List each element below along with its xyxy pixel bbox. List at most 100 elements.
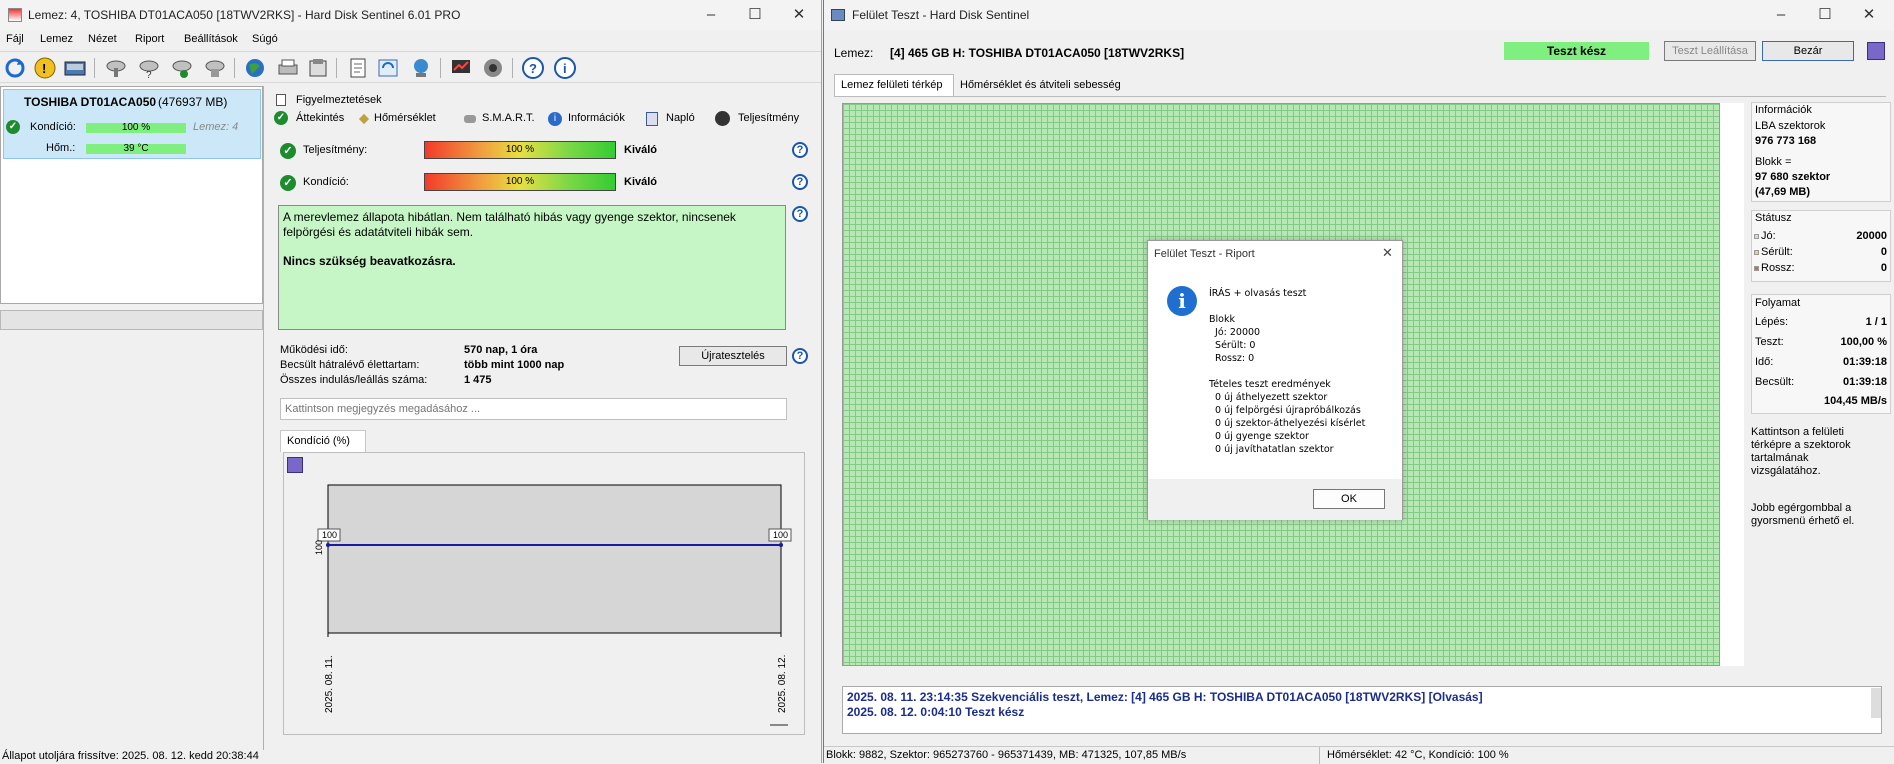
disk-list-item[interactable]: TOSHIBA DT01ACA050 (476937 MB) ✓ Kondíci… bbox=[3, 89, 261, 159]
bad-label: Rossz: bbox=[1761, 262, 1795, 274]
status-help-icon[interactable]: ? bbox=[792, 206, 808, 222]
speed-value: 104,45 MB/s bbox=[1824, 395, 1887, 407]
disk-icon[interactable] bbox=[63, 56, 87, 80]
uptime-label: Működési idő: bbox=[280, 344, 348, 356]
toolbar-separator bbox=[440, 58, 441, 78]
menu-report[interactable]: Riport bbox=[135, 33, 164, 45]
comment-input[interactable] bbox=[280, 398, 787, 420]
warning-icon[interactable]: ! bbox=[33, 56, 57, 80]
document-icon[interactable] bbox=[346, 56, 370, 80]
chart-tab[interactable]: Kondíció (%) bbox=[280, 430, 366, 452]
x-tick-label: 2025. 08. 12. bbox=[777, 655, 788, 713]
minimize-button[interactable]: – bbox=[1766, 4, 1796, 26]
menu-disk[interactable]: Lemez bbox=[40, 33, 73, 45]
dialog-close-icon[interactable]: ✕ bbox=[1382, 245, 1393, 261]
block-info-text: Blokk: 9882, Szektor: 965273760 - 965371… bbox=[826, 749, 1187, 761]
tab-surface-map[interactable]: Lemez felületi térkép bbox=[834, 74, 954, 96]
sync-icon[interactable] bbox=[376, 56, 400, 80]
close-dialog-button[interactable]: Bezár bbox=[1762, 41, 1854, 61]
tab-divider bbox=[834, 96, 1886, 97]
progress-header: Folyamat bbox=[1755, 297, 1801, 309]
tab-info[interactable]: Információk bbox=[568, 112, 625, 124]
retest-button[interactable]: Újratesztelés bbox=[679, 346, 787, 366]
time-value: 01:39:18 bbox=[1842, 356, 1887, 368]
splitter[interactable] bbox=[263, 86, 264, 750]
temp-condition-text: Hőmérséklet: 42 °C, Kondíció: 100 % bbox=[1327, 749, 1509, 761]
temperature-value: 39 °C bbox=[123, 143, 149, 154]
uptime-value: 570 nap, 1 óra bbox=[464, 344, 538, 356]
disk-ok-icon[interactable] bbox=[170, 56, 194, 80]
dialog-message: ÍRÁS + olvasás teszt Blokk Jó: 20000 Sér… bbox=[1209, 288, 1366, 455]
test-status-badge: Teszt kész bbox=[1504, 42, 1649, 60]
disk-tools-icon[interactable] bbox=[203, 56, 227, 80]
condition-label: Kondíció: bbox=[30, 121, 76, 133]
test-label: Teszt: bbox=[1755, 336, 1784, 348]
temperature-label: Hőm.: bbox=[46, 142, 76, 154]
window-title: Lemez: 4, TOSHIBA DT01ACA050 [18TWV2RKS]… bbox=[28, 8, 461, 22]
thermometer-icon bbox=[358, 113, 370, 125]
menu-file[interactable]: Fájl bbox=[6, 33, 24, 45]
maximize-button[interactable]: ☐ bbox=[740, 4, 770, 26]
tab-warnings[interactable]: Figyelmeztetések bbox=[296, 94, 382, 106]
start-stop-value: 1 475 bbox=[464, 374, 492, 386]
disk-value: [4] 465 GB H: TOSHIBA DT01ACA050 [18TWV2… bbox=[890, 46, 1185, 60]
globe-icon[interactable] bbox=[243, 56, 267, 80]
info-icon: i bbox=[1167, 286, 1197, 316]
status-text: A merevlemez állapota hibátlan. Nem talá… bbox=[283, 210, 736, 239]
event-log[interactable]: 2025. 08. 11. 23:14:35 Szekvenciális tes… bbox=[842, 686, 1882, 734]
close-button[interactable]: ✕ bbox=[1854, 4, 1884, 26]
info-icon[interactable]: i bbox=[553, 56, 577, 80]
stop-test-button[interactable]: Teszt Leállítása bbox=[1664, 41, 1756, 61]
retest-help-icon[interactable]: ? bbox=[792, 348, 808, 364]
tab-temperature[interactable]: Hőmérséklet bbox=[374, 112, 436, 124]
svg-text:i: i bbox=[563, 61, 567, 76]
disk-test-icon[interactable] bbox=[104, 56, 128, 80]
report-icon[interactable] bbox=[306, 56, 330, 80]
performance-value: 100 % bbox=[505, 144, 535, 155]
tabs-row: Figyelmeztetések ✓ Áttekintés Hőmérsékle… bbox=[272, 92, 817, 134]
menu-view[interactable]: Nézet bbox=[88, 33, 117, 45]
condition-value-main: 100 % bbox=[505, 176, 535, 187]
log-scrollbar[interactable] bbox=[1871, 688, 1881, 718]
refresh-icon[interactable] bbox=[3, 56, 27, 80]
chart-scroll-handle[interactable] bbox=[770, 724, 788, 726]
info-header: Információk bbox=[1755, 104, 1812, 116]
remaining-life-label: Becsült hátralévő élettartam: bbox=[280, 359, 420, 371]
benchmark-icon[interactable] bbox=[449, 56, 473, 80]
surface-window-title: Felület Teszt - Hard Disk Sentinel bbox=[852, 8, 1030, 22]
condition-help-icon[interactable]: ? bbox=[792, 174, 808, 190]
condition-label-main: Kondíció: bbox=[303, 176, 349, 188]
condition-value: 100 % bbox=[121, 122, 151, 133]
menu-settings[interactable]: Beállítások bbox=[184, 33, 238, 45]
disk-help-icon[interactable]: ? bbox=[137, 56, 161, 81]
surface-map-margin bbox=[1720, 103, 1744, 666]
printer-icon[interactable] bbox=[276, 56, 300, 80]
help-icon[interactable]: ? bbox=[521, 56, 545, 80]
temperature-bar: 39 °C bbox=[86, 143, 186, 154]
minimize-button[interactable]: – bbox=[696, 4, 726, 26]
bad-value: 0 bbox=[1880, 262, 1887, 274]
save-icon[interactable] bbox=[1867, 42, 1885, 60]
menu-help[interactable]: Súgó bbox=[252, 33, 278, 45]
speaker-icon[interactable] bbox=[481, 56, 505, 80]
step-value: 1 / 1 bbox=[1865, 316, 1887, 328]
network-icon[interactable] bbox=[409, 56, 433, 80]
tab-temperature-speed[interactable]: Hőmérséklet és átviteli sebesség bbox=[954, 76, 1124, 96]
info-tab-icon: i bbox=[548, 112, 562, 126]
tab-overview[interactable]: Áttekintés bbox=[296, 112, 344, 124]
tab-smart[interactable]: S.M.A.R.T. bbox=[482, 112, 535, 124]
performance-icon bbox=[715, 111, 730, 126]
performance-bar: 100 % bbox=[424, 141, 616, 159]
disk-list-scrollbar[interactable] bbox=[0, 310, 263, 330]
good-label: Jó: bbox=[1761, 230, 1776, 242]
condition-rating: Kiváló bbox=[624, 176, 658, 188]
disk-size: (476937 MB) bbox=[158, 95, 228, 109]
tab-performance[interactable]: Teljesítmény bbox=[738, 112, 799, 124]
maximize-button[interactable]: ☐ bbox=[1810, 4, 1840, 26]
tab-log[interactable]: Napló bbox=[666, 112, 695, 124]
good-swatch-icon bbox=[1754, 234, 1759, 239]
tab-surface-map-label: Lemez felületi térkép bbox=[841, 79, 943, 91]
close-button[interactable]: ✕ bbox=[784, 4, 814, 26]
ok-button[interactable]: OK bbox=[1313, 489, 1385, 509]
performance-help-icon[interactable]: ? bbox=[792, 142, 808, 158]
